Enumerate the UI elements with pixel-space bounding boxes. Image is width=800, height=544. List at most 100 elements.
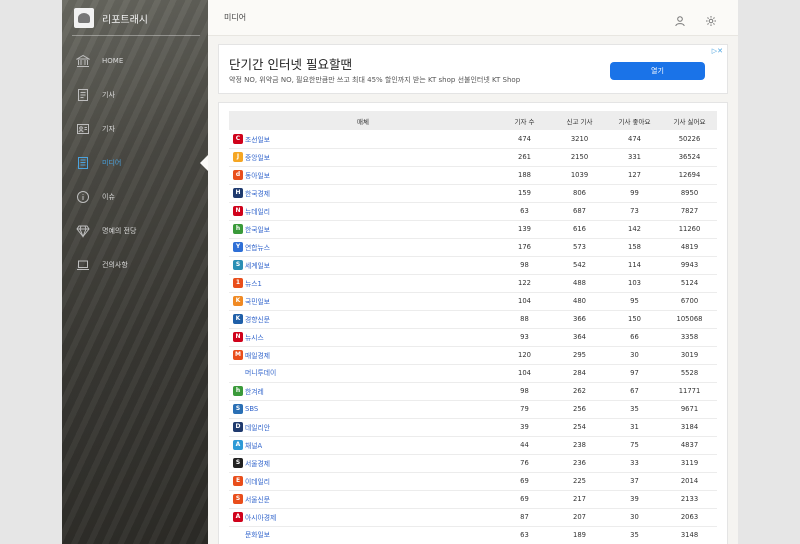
media-link[interactable]: E 이데일리	[233, 476, 270, 486]
table-row[interactable]: h 한겨레 98 262 67 11771	[229, 382, 717, 401]
dislike-count-cell: 9671	[662, 400, 717, 419]
table-row[interactable]: K 국민일보 104 480 95 6700	[229, 292, 717, 311]
dislike-count-cell: 36524	[662, 148, 717, 167]
like-count-cell: 474	[607, 130, 662, 149]
media-logo-icon: K	[233, 314, 243, 324]
main-content: 미디어 단기간 인터넷 필요할땐 약정 NO, 위약금 NO, 필요한만큼만 쓰…	[208, 0, 738, 544]
media-link[interactable]: 1 뉴스1	[233, 278, 262, 288]
table-row[interactable]: H 한국경제 159 806 99 8950	[229, 184, 717, 203]
table-row[interactable]: h 한국일보 139 616 142 11260	[229, 220, 717, 239]
table-row[interactable]: K 경향신문 88 366 150 105068	[229, 310, 717, 329]
media-logo-icon: K	[233, 296, 243, 306]
media-link[interactable]: d 동아일보	[233, 170, 270, 180]
table-row[interactable]: M 매일경제 120 295 30 3019	[229, 346, 717, 365]
page-title: 미디어	[224, 13, 247, 22]
sidebar-item-label: HOME	[102, 57, 124, 65]
report-count-cell: 1039	[552, 166, 607, 185]
close-icon[interactable]: ✕	[717, 47, 723, 55]
table-row[interactable]: S SBS 79 256 35 9671	[229, 400, 717, 419]
user-icon[interactable]	[674, 12, 686, 27]
media-name: 연합뉴스	[245, 244, 271, 252]
media-link[interactable]: 머니투데이	[233, 367, 276, 377]
sidebar-item-media[interactable]: 미디어	[62, 146, 208, 180]
media-name-cell: A 채널A	[229, 436, 497, 455]
table-row[interactable]: S 서울경제 76 236 33 3119	[229, 454, 717, 473]
reporter-count-cell: 98	[497, 382, 552, 401]
dislike-count-cell: 4837	[662, 436, 717, 455]
column-header-dislikes[interactable]: 기사 싫어요	[662, 111, 717, 130]
table-row[interactable]: Y 연합뉴스 176 573 158 4819	[229, 238, 717, 257]
table-row[interactable]: 머니투데이 104 284 97 5528	[229, 364, 717, 383]
column-header-reporters[interactable]: 기자 수	[497, 111, 552, 130]
media-link[interactable]: J 중앙일보	[233, 152, 270, 162]
report-count-cell: 542	[552, 256, 607, 275]
media-link[interactable]: h 한국일보	[233, 224, 270, 234]
media-link[interactable]: M 매일경제	[233, 350, 270, 360]
media-name-cell: h 한겨레	[229, 382, 497, 401]
reporter-count-cell: 69	[497, 472, 552, 491]
like-count-cell: 103	[607, 274, 662, 293]
reporter-count-cell: 88	[497, 310, 552, 329]
media-logo-icon: A	[233, 512, 243, 522]
media-link[interactable]: A 아시아경제	[233, 512, 276, 522]
diamond-icon	[76, 224, 90, 238]
media-link[interactable]: S 서울경제	[233, 458, 270, 468]
report-count-cell: 254	[552, 418, 607, 437]
sidebar-item-laptop[interactable]: 건의사항	[62, 248, 208, 282]
sidebar-item-diamond[interactable]: 명예의 전당	[62, 214, 208, 248]
table-row[interactable]: N 뉴데일리 63 687 73 7827	[229, 202, 717, 221]
sidebar-item-info[interactable]: 이슈	[62, 180, 208, 214]
media-name: 뉴시스	[245, 334, 264, 342]
column-header-reports[interactable]: 신고 기사	[552, 111, 607, 130]
media-link[interactable]: K 경향신문	[233, 314, 270, 324]
table-row[interactable]: A 아시아경제 87 207 30 2063	[229, 508, 717, 527]
table-row[interactable]: A 채널A 44 238 75 4837	[229, 436, 717, 455]
table-row[interactable]: D 데일리안 39 254 31 3184	[229, 418, 717, 437]
sidebar-item-bank[interactable]: HOME	[62, 44, 208, 78]
ad-banner[interactable]: 단기간 인터넷 필요할땐 약정 NO, 위약금 NO, 필요한만큼만 쓰고 최대…	[218, 44, 728, 94]
media-link[interactable]: S SBS	[233, 404, 258, 414]
table-row[interactable]: S 세계일보 98 542 114 9943	[229, 256, 717, 275]
media-link[interactable]: C 조선일보	[233, 133, 270, 144]
media-link[interactable]: N 뉴데일리	[233, 206, 270, 216]
ad-headline[interactable]: 단기간 인터넷 필요할땐	[229, 54, 352, 73]
table-row[interactable]: S 서울신문 69 217 39 2133	[229, 490, 717, 509]
table-row[interactable]: 1 뉴스1 122 488 103 5124	[229, 274, 717, 293]
table-row[interactable]: d 동아일보 188 1039 127 12694	[229, 166, 717, 185]
like-count-cell: 99	[607, 184, 662, 203]
media-link[interactable]: H 한국경제	[233, 188, 270, 198]
reporter-count-cell: 76	[497, 454, 552, 473]
media-link[interactable]: K 국민일보	[233, 296, 270, 306]
report-count-cell: 256	[552, 400, 607, 419]
media-link[interactable]: D 데일리안	[233, 422, 270, 432]
reporter-count-cell: 87	[497, 508, 552, 527]
column-header-media[interactable]: 매체	[229, 111, 497, 130]
dislike-count-cell: 11771	[662, 382, 717, 401]
table-row[interactable]: J 중앙일보 261 2150 331 36524	[229, 148, 717, 167]
app-frame: 리포트래시 HOME 기사 기자 미디어 이슈 명예의 전당 건의사항 미디어 단기간 인터…	[62, 0, 738, 544]
media-link[interactable]: S 서울신문	[233, 494, 270, 504]
media-link[interactable]: h 한겨레	[233, 386, 264, 396]
report-count-cell: 2150	[552, 148, 607, 167]
gear-icon[interactable]	[705, 12, 717, 26]
media-link[interactable]: N 뉴시스	[233, 332, 264, 342]
media-link[interactable]: Y 연합뉴스	[233, 242, 270, 252]
table-row[interactable]: 문화일보 63 189 35 3148	[229, 526, 717, 544]
media-link[interactable]: A 채널A	[233, 440, 262, 450]
reporter-count-cell: 63	[497, 526, 552, 544]
sidebar-item-article[interactable]: 기사	[62, 78, 208, 112]
ad-open-button[interactable]: 열기	[610, 62, 705, 80]
media-logo-icon: J	[233, 152, 243, 162]
table-row[interactable]: N 뉴시스 93 364 66 3358	[229, 328, 717, 347]
media-link[interactable]: S 세계일보	[233, 260, 270, 270]
media-link[interactable]: 문화일보	[233, 529, 270, 539]
column-header-likes[interactable]: 기사 좋아요	[607, 111, 662, 130]
table-row[interactable]: E 이데일리 69 225 37 2014	[229, 472, 717, 491]
table-row[interactable]: C 조선일보 474 3210 474 50226	[229, 130, 717, 149]
reporter-count-cell: 104	[497, 364, 552, 383]
media-name: 국민일보	[245, 298, 271, 306]
sidebar-item-reporter[interactable]: 기자	[62, 112, 208, 146]
sidebar-item-label: 명예의 전당	[102, 227, 137, 235]
report-count-cell: 225	[552, 472, 607, 491]
brand[interactable]: 리포트래시	[74, 8, 148, 28]
